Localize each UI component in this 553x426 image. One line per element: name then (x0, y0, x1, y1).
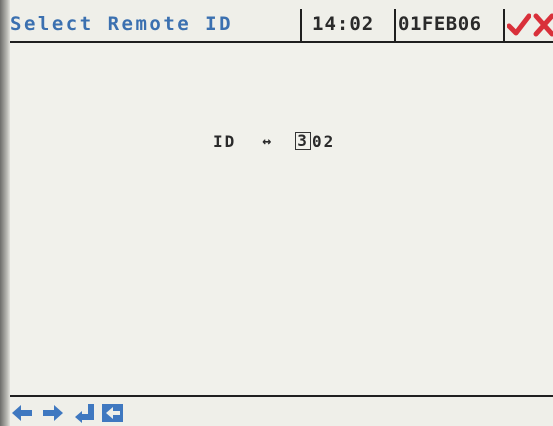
arrow-right-icon (43, 405, 63, 421)
id-value-field[interactable]: 3 02 (295, 132, 335, 151)
left-button[interactable] (10, 403, 34, 423)
id-adjust-arrow: ↔ (262, 132, 272, 150)
page-title: Select Remote ID (10, 13, 234, 35)
clock-date: 01FEB06 (398, 13, 482, 35)
id-editor: ID ↔ 3 02 (213, 129, 335, 153)
cancel-button[interactable] (532, 10, 553, 38)
back-icon (102, 404, 123, 422)
cancel-x-icon (533, 13, 553, 37)
id-value-rest: 02 (311, 131, 336, 151)
header-bar: Select Remote ID 14:02 01FEB06 (10, 9, 553, 43)
divider (503, 9, 505, 41)
accept-button[interactable] (506, 10, 532, 38)
device-screen: Select Remote ID 14:02 01FEB06 ID ↔ 3 02 (0, 0, 553, 426)
arrow-left-icon (12, 405, 32, 421)
divider (300, 9, 302, 41)
id-label: ID (213, 131, 237, 151)
main-content: ID ↔ 3 02 (10, 43, 553, 395)
back-button[interactable] (101, 403, 125, 423)
id-cursor-digit[interactable]: 3 (295, 132, 311, 150)
enter-icon (75, 404, 94, 423)
divider (394, 9, 396, 41)
clock-time: 14:02 (312, 13, 375, 35)
footer-bar (10, 395, 553, 426)
right-button[interactable] (41, 403, 65, 423)
bezel-edge (0, 0, 10, 426)
enter-button[interactable] (73, 403, 97, 423)
accept-check-icon (506, 13, 532, 36)
